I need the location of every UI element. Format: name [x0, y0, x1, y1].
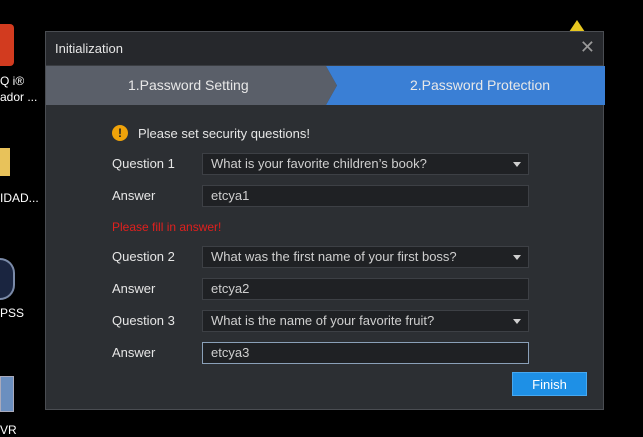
desktop-icon-label: VR [0, 423, 17, 437]
question-2-select[interactable]: What was the first name of your first bo… [202, 246, 529, 268]
app-icon-red[interactable] [0, 24, 14, 66]
warning-icon: ! [112, 125, 128, 141]
step-progress-bar: 1.Password Setting 2.Password Protection [46, 66, 605, 105]
initialization-dialog: Initialization ✕ 1.Password Setting 2.Pa… [45, 31, 605, 410]
question-3-value: What is the name of your favorite fruit? [211, 313, 435, 328]
error-message: Please fill in answer! [112, 220, 222, 234]
answer-1-label: Answer [112, 188, 156, 203]
desktop-icon-label: PSS [0, 306, 25, 320]
answer-2-input[interactable]: etcya2 [202, 278, 529, 300]
security-prompt: Please set security questions! [138, 126, 310, 141]
answer-3-label: Answer [112, 345, 156, 360]
finish-button[interactable]: Finish [512, 372, 587, 396]
chevron-down-icon [513, 162, 521, 167]
step-password-protection: 2.Password Protection [410, 77, 551, 93]
question-1-label: Question 1 [112, 156, 175, 171]
question-3-select[interactable]: What is the name of your favorite fruit? [202, 310, 529, 332]
answer-1-value: etcya1 [211, 188, 250, 203]
answer-2-label: Answer [112, 281, 156, 296]
chevron-down-icon [513, 255, 521, 260]
question-2-value: What was the first name of your first bo… [211, 249, 457, 264]
close-icon[interactable]: ✕ [580, 38, 595, 56]
app-icon-circle[interactable] [0, 258, 15, 300]
desktop-icon-label: ador ... [0, 90, 38, 104]
step-password-setting: 1.Password Setting [128, 77, 249, 93]
answer-2-value: etcya2 [211, 281, 250, 296]
dialog-titlebar[interactable]: Initialization ✕ [46, 32, 603, 66]
question-2-label: Question 2 [112, 249, 175, 264]
question-3-label: Question 3 [112, 313, 175, 328]
question-1-select[interactable]: What is your favorite children’s book? [202, 153, 529, 175]
desktop-icon-label: Q i® [0, 74, 25, 88]
answer-3-input[interactable]: etcya3 [202, 342, 529, 364]
dialog-title: Initialization [55, 41, 123, 56]
desktop-icon-label: IDAD... [0, 191, 39, 205]
folder-icon[interactable] [0, 148, 10, 176]
answer-1-input[interactable]: etcya1 [202, 185, 529, 207]
chevron-down-icon [513, 319, 521, 324]
question-1-value: What is your favorite children’s book? [211, 156, 427, 171]
answer-3-value: etcya3 [211, 345, 250, 360]
app-icon-monitor[interactable] [0, 376, 14, 412]
